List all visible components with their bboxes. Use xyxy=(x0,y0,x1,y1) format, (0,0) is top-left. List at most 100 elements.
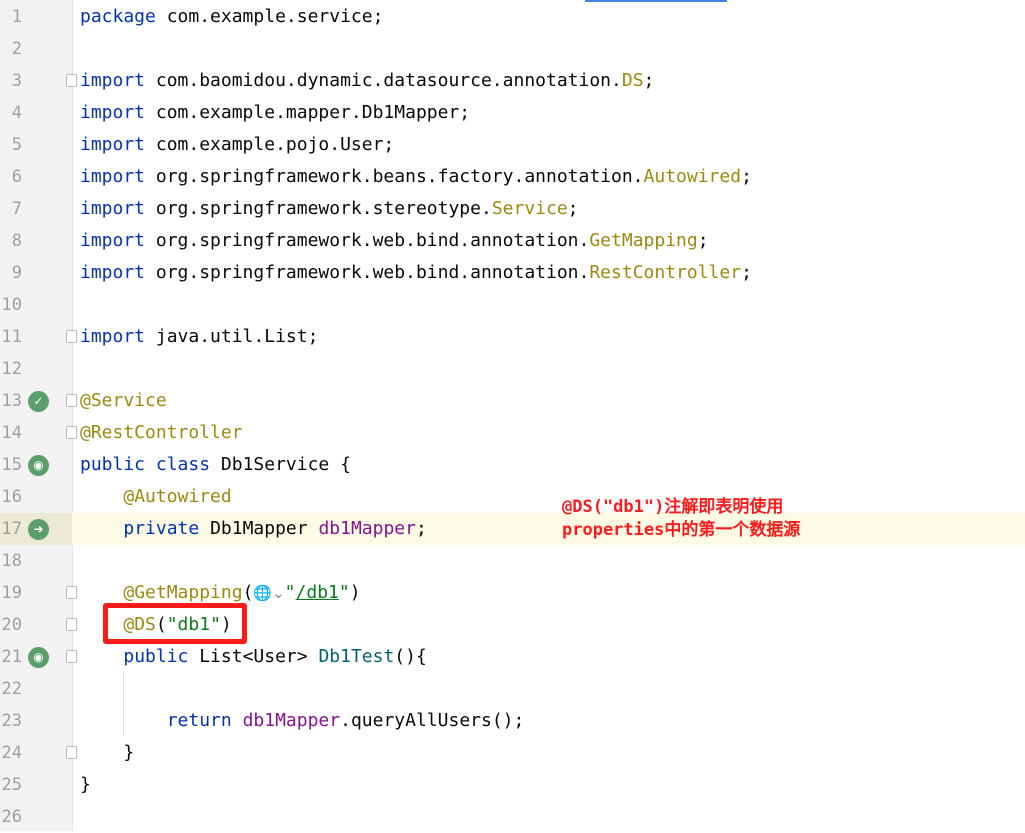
code-line[interactable]: 17 ➜ private Db1Mapper db1Mapper; xyxy=(0,513,1025,545)
code-line[interactable]: 18 xyxy=(0,545,1025,577)
code-line[interactable]: 11 import java.util.List; xyxy=(0,321,1025,353)
code-line[interactable]: 9 import org.springframework.web.bind.ann… xyxy=(0,257,1025,289)
fold-marker-icon[interactable] xyxy=(66,330,77,343)
gutter-cell: 4 xyxy=(0,97,72,129)
code-token: RestController xyxy=(589,262,742,283)
gutter-cell: 10 xyxy=(0,289,72,321)
line-number: 12 xyxy=(1,359,22,379)
code-line[interactable]: 8 import org.springframework.web.bind.ann… xyxy=(0,225,1025,257)
line-number: 17 xyxy=(1,519,22,539)
fold-marker-icon[interactable] xyxy=(66,74,77,87)
line-number: 10 xyxy=(1,295,22,315)
code-text: private Db1Mapper db1Mapper; xyxy=(80,513,426,545)
code-token: com.example.pojo.User; xyxy=(155,134,395,155)
gutter-cell: 7 xyxy=(0,193,72,225)
code-line[interactable]: 23 return db1Mapper.queryAllUsers(); xyxy=(0,705,1025,737)
gutter-cell: 24 xyxy=(0,737,77,769)
code-token: db1Mapper xyxy=(242,710,341,731)
fold-marker-icon[interactable] xyxy=(66,394,77,407)
line-number: 2 xyxy=(11,39,22,59)
note-line-1: @DS("db1")注解即表明使用 xyxy=(562,497,784,517)
code-text: import org.springframework.web.bind.anno… xyxy=(80,225,709,257)
fold-marker-icon[interactable] xyxy=(66,586,77,599)
code-token: import xyxy=(80,166,156,187)
code-line[interactable]: 24 } xyxy=(0,737,1025,769)
code-token: ) xyxy=(349,582,361,603)
code-line[interactable]: 15 ◉ public class Db1Service { xyxy=(0,449,1025,481)
code-line[interactable]: 2 xyxy=(0,33,1025,65)
code-token: org.springframework.beans.factory.annota… xyxy=(155,166,644,187)
gutter-cell: 1 xyxy=(0,1,72,33)
code-token: com.baomidou.dynamic.datasource.annotati… xyxy=(155,70,622,91)
code-token: import xyxy=(80,230,156,251)
gutter-cell: 2 xyxy=(0,33,72,65)
code-line[interactable]: 13 ✓ @Service xyxy=(0,385,1025,417)
annotation-note: @DS("db1")注解即表明使用 properties中的第一个数据源 xyxy=(562,496,800,542)
code-token: com.example.service; xyxy=(166,6,384,27)
code-line[interactable]: 26 xyxy=(0,801,1025,833)
code-token: @GetMapping xyxy=(123,582,243,603)
code-line[interactable]: 25} xyxy=(0,769,1025,801)
autowired-navigate-icon[interactable]: ➜ xyxy=(28,519,49,540)
ds-annotation-highlight-box xyxy=(103,603,247,644)
code-token: ; xyxy=(697,230,709,251)
endpoint-icon[interactable]: ◉ xyxy=(28,647,49,668)
line-number: 6 xyxy=(11,167,22,187)
fold-marker-icon[interactable] xyxy=(66,746,77,759)
code-text: import org.springframework.stereotype.Se… xyxy=(80,193,579,225)
code-token: db1Mapper xyxy=(318,518,416,539)
code-token: ; xyxy=(643,70,655,91)
code-token: " xyxy=(338,582,350,603)
code-line[interactable]: 12 xyxy=(0,353,1025,385)
code-token: public xyxy=(80,454,156,475)
gutter-cell: 3 xyxy=(0,65,77,97)
code-token: org.springframework.stereotype. xyxy=(155,198,492,219)
code-token: List<User> xyxy=(199,646,319,667)
line-number: 16 xyxy=(1,487,22,507)
line-number: 3 xyxy=(11,71,22,91)
code-token: (){ xyxy=(394,646,427,667)
code-token: ; xyxy=(741,262,752,283)
line-number: 1 xyxy=(11,7,22,27)
gutter-cell: 15 ◉ xyxy=(0,449,72,481)
line-number: 4 xyxy=(11,103,22,123)
fold-marker-icon[interactable] xyxy=(66,618,77,631)
code-line[interactable]: 4 import com.example.mapper.Db1Mapper; xyxy=(0,97,1025,129)
note-line-2: properties中的第一个数据源 xyxy=(562,520,801,540)
code-token: } xyxy=(80,774,91,795)
fold-marker-icon[interactable] xyxy=(66,650,77,663)
gutter-cell: 12 xyxy=(0,353,72,385)
gutter-cell: 5 xyxy=(0,129,72,161)
code-line[interactable]: 10 xyxy=(0,289,1025,321)
spring-bean-icon[interactable]: ✓ xyxy=(28,391,49,412)
code-line[interactable]: 6 import org.springframework.beans.factor… xyxy=(0,161,1025,193)
gutter-cell: 23 xyxy=(0,705,72,737)
code-line[interactable]: 5 import com.example.pojo.User; xyxy=(0,129,1025,161)
code-line[interactable]: 22 xyxy=(0,673,1025,705)
fold-marker-icon[interactable] xyxy=(66,426,77,439)
code-token: org.springframework.web.bind.annotation. xyxy=(155,230,590,251)
code-line[interactable]: 3 import com.baomidou.dynamic.datasource.… xyxy=(0,65,1025,97)
code-token: import xyxy=(80,134,156,155)
code-token: " xyxy=(284,582,296,603)
code-line[interactable]: 7 import org.springframework.stereotype.S… xyxy=(0,193,1025,225)
code-token: @RestController xyxy=(80,422,243,443)
code-token: org.springframework.web.bind.annotation. xyxy=(155,262,590,283)
code-text: } xyxy=(80,737,134,769)
code-line[interactable]: 16 @Autowired xyxy=(0,481,1025,513)
line-number: 26 xyxy=(1,807,22,827)
line-number: 21 xyxy=(1,647,22,667)
code-token: /db1 xyxy=(295,582,339,603)
code-line[interactable]: 1 package com.example.service; xyxy=(0,1,1025,33)
gutter-cell: 22 xyxy=(0,673,72,705)
code-line[interactable]: 21 ◉ public List<User> Db1Test(){ xyxy=(0,641,1025,673)
code-token: } xyxy=(80,742,135,763)
line-number: 8 xyxy=(11,231,22,251)
code-line[interactable]: 14 @RestController xyxy=(0,417,1025,449)
spring-web-icon[interactable]: ◉ xyxy=(28,455,49,476)
code-token: Db1Service { xyxy=(220,454,351,475)
code-token: Db1Mapper xyxy=(210,518,319,539)
gutter-cell: 14 xyxy=(0,417,77,449)
